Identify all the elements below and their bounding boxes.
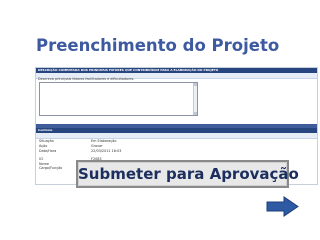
slide-title: Preenchimento do Projeto [36, 36, 280, 55]
submit-for-approval-button[interactable]: Submeter para Aprovação [76, 160, 299, 188]
form-hint-text: Descreva principais fatores facilitadore… [38, 77, 135, 81]
next-slide-button[interactable] [266, 196, 299, 217]
textarea-scrollbar[interactable] [193, 83, 197, 115]
right-arrow-icon [266, 196, 299, 217]
description-textarea[interactable] [39, 82, 198, 116]
